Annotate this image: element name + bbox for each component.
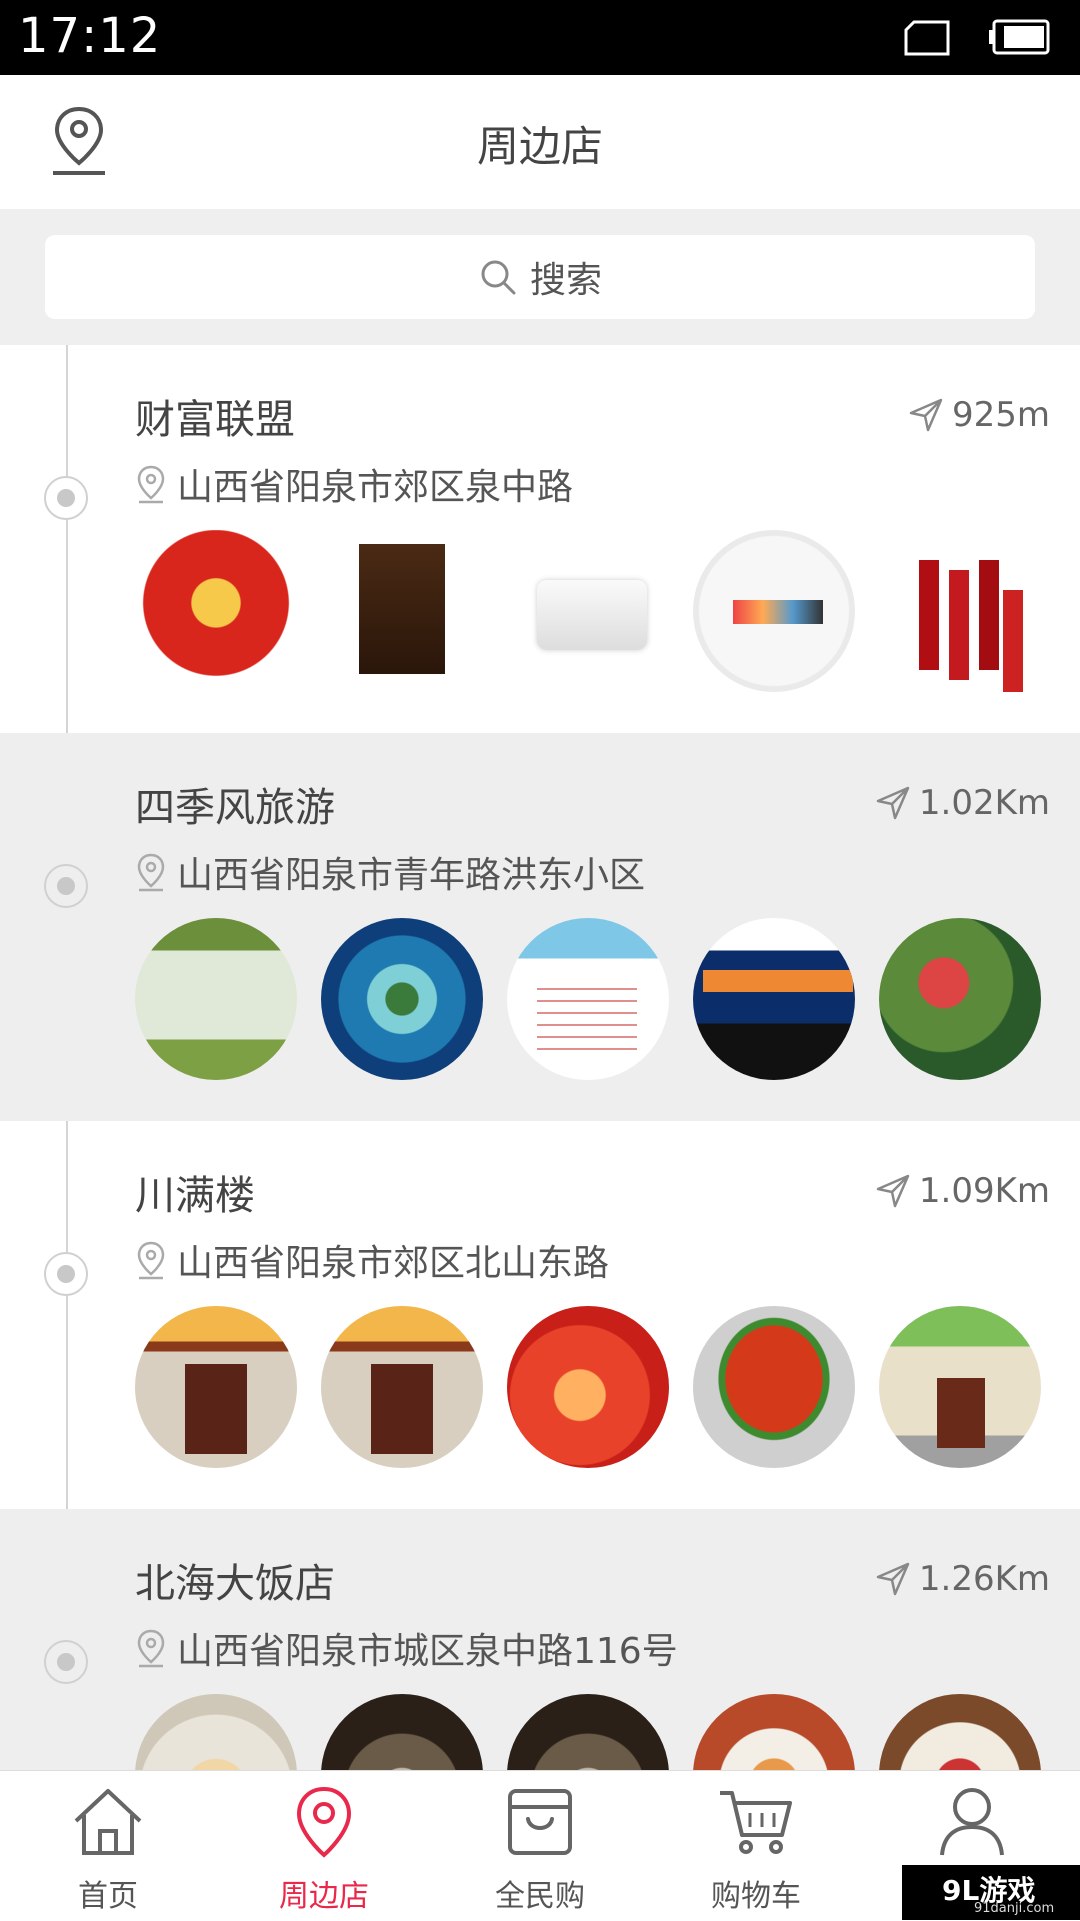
location-pin-icon <box>296 1786 352 1858</box>
product-thumbnail[interactable] <box>507 1694 669 1770</box>
tab-nearby-stores[interactable]: 周边店 <box>216 1771 432 1921</box>
search-input[interactable]: 搜索 <box>45 235 1035 319</box>
address-pin-icon <box>137 465 165 504</box>
store-address: 山西省阳泉市青年路洪东小区 <box>135 846 645 898</box>
page-title: 周边店 <box>476 122 603 171</box>
product-thumbnail[interactable] <box>879 530 1041 692</box>
tab-shopping-cart[interactable]: 购物车 <box>648 1771 864 1921</box>
status-bar: 17:12 <box>0 0 1080 75</box>
product-thumbnail[interactable] <box>321 1694 483 1770</box>
search-bar: 搜索 <box>0 209 1080 345</box>
navigation-arrow-icon <box>876 1562 910 1596</box>
product-thumbnail[interactable] <box>321 1306 483 1468</box>
product-thumbnail[interactable] <box>693 1694 855 1770</box>
store-name: 四季风旅游 <box>135 785 335 831</box>
store-address: 山西省阳泉市城区泉中路116号 <box>135 1622 678 1674</box>
navigation-arrow-icon <box>909 398 943 432</box>
address-text: 山西省阳泉市郊区北山东路 <box>177 1243 610 1284</box>
store-name: 财富联盟 <box>135 397 295 443</box>
product-thumbnail[interactable] <box>135 530 297 692</box>
store-card[interactable]: 川满楼 1.09Km 山西省阳泉市郊区北山东路 <box>0 1121 1080 1509</box>
search-placeholder: 搜索 <box>529 260 602 301</box>
cart-icon <box>720 1791 792 1854</box>
product-thumbnails <box>135 530 1041 692</box>
product-thumbnail[interactable] <box>321 918 483 1080</box>
distance-value: 1.09Km <box>918 1171 1050 1211</box>
product-thumbnail[interactable] <box>693 530 855 692</box>
navigation-arrow-icon <box>876 786 910 820</box>
product-thumbnail[interactable] <box>135 1306 297 1468</box>
timeline-dot <box>44 1252 88 1296</box>
home-icon <box>74 1789 142 1855</box>
product-thumbnails <box>135 1306 1041 1468</box>
tab-label: 周边店 <box>279 1879 369 1914</box>
store-distance: 1.09Km <box>875 1171 1050 1211</box>
product-thumbnail[interactable] <box>321 530 483 692</box>
tab-home[interactable]: 首页 <box>0 1771 216 1921</box>
store-name: 北海大饭店 <box>135 1561 335 1607</box>
product-thumbnail[interactable] <box>135 1694 297 1770</box>
product-thumbnail[interactable] <box>879 1694 1041 1770</box>
store-card[interactable]: 财富联盟 925m 山西省阳泉市郊区泉中路 <box>0 345 1080 733</box>
product-thumbnails <box>135 1694 1041 1770</box>
app-header: 周边店 <box>0 75 1080 209</box>
watermark-url: 91danji.com <box>974 1901 1055 1916</box>
timeline-dot <box>44 476 88 520</box>
store-distance: 925m <box>908 395 1050 435</box>
product-thumbnail[interactable] <box>693 1306 855 1468</box>
product-thumbnail[interactable] <box>879 918 1041 1080</box>
store-distance: 1.02Km <box>875 783 1050 823</box>
product-thumbnail[interactable] <box>507 918 669 1080</box>
store-distance: 1.26Km <box>875 1559 1050 1599</box>
search-icon <box>481 260 516 295</box>
battery-icon <box>989 19 1050 55</box>
store-card[interactable]: 四季风旅游 1.02Km 山西省阳泉市青年路洪东小区 <box>0 733 1080 1121</box>
address-pin-icon <box>137 853 165 892</box>
tab-label: 首页 <box>78 1879 138 1914</box>
timeline-dot <box>44 864 88 908</box>
product-thumbnails <box>135 918 1041 1080</box>
product-thumbnail[interactable] <box>693 918 855 1080</box>
product-thumbnail[interactable] <box>879 1306 1041 1468</box>
address-text: 山西省阳泉市郊区泉中路 <box>177 467 574 508</box>
store-list: 财富联盟 925m 山西省阳泉市郊区泉中路 四季风旅游 1.02Km 山西省阳泉… <box>0 345 1080 1770</box>
product-thumbnail[interactable] <box>135 918 297 1080</box>
product-thumbnail[interactable] <box>507 530 669 692</box>
status-time: 17:12 <box>18 8 162 64</box>
address-pin-icon <box>137 1241 165 1280</box>
address-text: 山西省阳泉市青年路洪东小区 <box>177 855 646 896</box>
distance-value: 1.02Km <box>918 783 1050 823</box>
navigation-arrow-icon <box>876 1174 910 1208</box>
store-name: 川满楼 <box>135 1173 255 1219</box>
tab-group-buy[interactable]: 全民购 <box>432 1771 648 1921</box>
user-icon <box>940 1788 1004 1856</box>
distance-value: 1.26Km <box>918 1559 1050 1599</box>
address-pin-icon <box>137 1629 165 1668</box>
sim-card-icon <box>904 20 950 56</box>
store-address: 山西省阳泉市郊区泉中路 <box>135 458 573 510</box>
address-text: 山西省阳泉市城区泉中路116号 <box>177 1631 678 1672</box>
store-card[interactable]: 北海大饭店 1.26Km 山西省阳泉市城区泉中路116号 <box>0 1509 1080 1770</box>
product-thumbnail[interactable] <box>507 1306 669 1468</box>
tab-label: 全民购 <box>495 1879 585 1914</box>
timeline-dot <box>44 1640 88 1684</box>
bag-icon <box>508 1789 572 1855</box>
distance-value: 925m <box>951 395 1050 435</box>
tab-label: 购物车 <box>711 1879 801 1914</box>
watermark-logo: 9L游戏 91danji.com <box>902 1865 1080 1920</box>
store-address: 山西省阳泉市郊区北山东路 <box>135 1234 609 1286</box>
